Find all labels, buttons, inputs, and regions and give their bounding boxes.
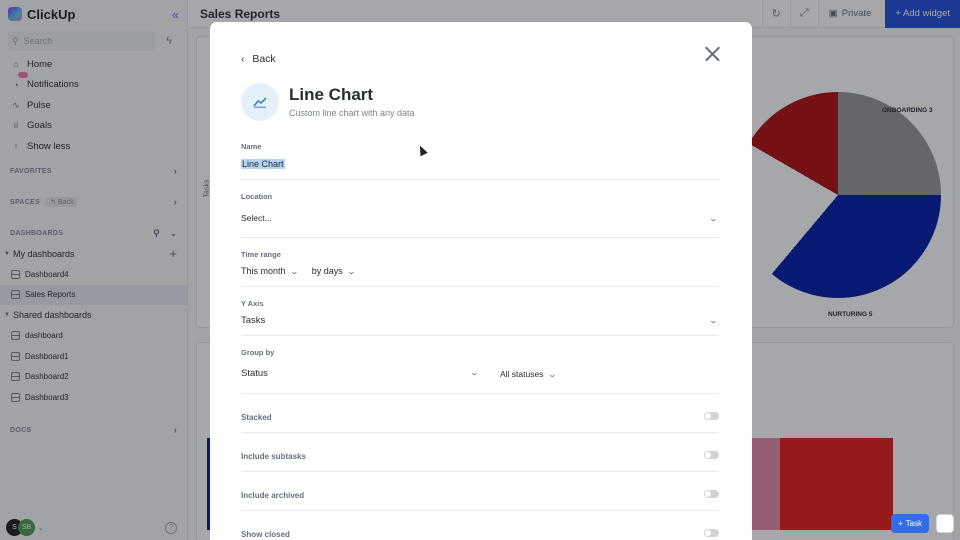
toggle-label: Include subtasks bbox=[241, 452, 306, 461]
plus-icon: + bbox=[897, 519, 903, 528]
location-field: Location Select... ⌄ bbox=[241, 192, 719, 238]
y-axis-value: Tasks bbox=[241, 315, 266, 326]
y-axis-label: Y Axis bbox=[241, 299, 264, 308]
name-value: Line Chart bbox=[241, 159, 285, 169]
chevron-down-icon: ⌄ bbox=[708, 316, 719, 325]
stacked-toggle[interactable] bbox=[704, 412, 719, 420]
line-chart-glyph bbox=[253, 97, 267, 108]
show-closed-row: Show closed bbox=[241, 511, 719, 540]
location-select[interactable]: Select... ⌄ bbox=[241, 213, 719, 223]
include-subtasks-toggle[interactable] bbox=[704, 451, 719, 459]
include-subtasks-row: Include subtasks bbox=[241, 433, 719, 472]
chevron-left-icon: ‹ bbox=[241, 53, 245, 65]
y-axis-field: Y Axis Tasks ⌄ bbox=[241, 299, 719, 336]
chevron-down-icon: ⌄ bbox=[289, 267, 300, 276]
modal-subtitle: Custom line chart with any data bbox=[289, 108, 415, 118]
include-archived-row: Include archived bbox=[241, 472, 719, 511]
time-range-label: Time range bbox=[241, 250, 281, 259]
name-label: Name bbox=[241, 142, 262, 151]
chevron-down-icon: ⌄ bbox=[708, 213, 719, 223]
close-icon[interactable] bbox=[703, 45, 721, 63]
chevron-down-icon: ⌄ bbox=[346, 267, 357, 276]
back-label: Back bbox=[252, 53, 276, 65]
y-axis-select[interactable]: Tasks ⌄ bbox=[241, 315, 719, 326]
group-by-field: Group by Status ⌄ All statuses ⌄ bbox=[241, 348, 719, 394]
group-by-value: Status bbox=[241, 368, 268, 379]
name-input[interactable]: Line Chart bbox=[241, 159, 719, 169]
modal-title: Line Chart bbox=[289, 85, 374, 104]
location-label: Location bbox=[241, 192, 273, 201]
time-range-value: This month bbox=[241, 266, 286, 276]
include-archived-toggle[interactable] bbox=[704, 490, 719, 498]
granularity-value: by days bbox=[311, 266, 343, 276]
new-task-button[interactable]: + Task bbox=[891, 514, 929, 533]
show-closed-toggle[interactable] bbox=[704, 529, 719, 537]
time-range-select[interactable]: This month ⌄ bbox=[241, 266, 300, 276]
status-filter-value: All statuses bbox=[500, 368, 544, 379]
group-by-label: Group by bbox=[241, 348, 275, 357]
status-filter-select[interactable]: All statuses ⌄ bbox=[500, 368, 557, 379]
apps-grid-button[interactable] bbox=[936, 514, 954, 533]
widget-settings-modal: ‹ Back Line Chart Custom line chart with… bbox=[210, 22, 752, 540]
name-field: Name Line Chart bbox=[241, 142, 719, 180]
location-value: Select... bbox=[241, 213, 272, 223]
back-button[interactable]: ‹ Back bbox=[241, 53, 276, 65]
chevron-down-icon: ⌄ bbox=[469, 368, 480, 377]
time-range-field: Time range This month ⌄ by days ⌄ bbox=[241, 250, 719, 287]
toggle-label: Include archived bbox=[241, 491, 305, 500]
time-range-controls: This month ⌄ by days ⌄ bbox=[241, 266, 719, 276]
granularity-select[interactable]: by days ⌄ bbox=[311, 266, 357, 276]
group-by-controls: Status ⌄ All statuses ⌄ bbox=[241, 368, 719, 379]
toggle-label: Stacked bbox=[241, 413, 272, 422]
group-by-select[interactable]: Status ⌄ bbox=[241, 368, 480, 379]
line-chart-icon bbox=[241, 83, 279, 121]
task-label: Task bbox=[905, 519, 923, 528]
toggle-label: Show closed bbox=[241, 530, 290, 539]
chevron-down-icon: ⌄ bbox=[547, 369, 557, 379]
stacked-row: Stacked bbox=[241, 404, 719, 433]
